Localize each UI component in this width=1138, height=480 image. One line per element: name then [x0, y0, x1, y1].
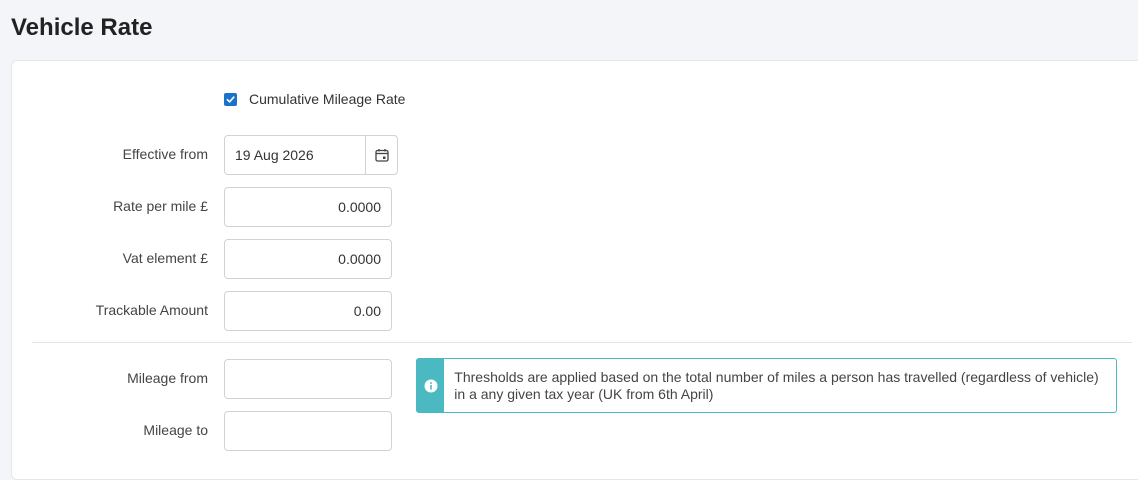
- effective-from-group: [224, 135, 398, 175]
- threshold-info-alert: Thresholds are applied based on the tota…: [416, 358, 1117, 413]
- vat-element-label: Vat element £: [122, 250, 208, 266]
- rate-per-mile-label: Rate per mile £: [113, 198, 208, 214]
- vat-element-input[interactable]: [224, 239, 392, 279]
- effective-from-label: Effective from: [122, 146, 208, 162]
- cumulative-mileage-checkbox[interactable]: [224, 92, 237, 106]
- cumulative-mileage-label: Cumulative Mileage Rate: [249, 91, 406, 107]
- mileage-from-label: Mileage from: [127, 370, 208, 386]
- mileage-to-label: Mileage to: [143, 422, 208, 438]
- rate-per-mile-input[interactable]: [224, 187, 392, 227]
- page-title: Vehicle Rate: [11, 14, 153, 41]
- trackable-amount-input[interactable]: [224, 291, 392, 331]
- check-icon: [226, 95, 235, 103]
- calendar-button[interactable]: [365, 136, 397, 174]
- info-icon-bar: [417, 359, 445, 412]
- cumulative-mileage-toggle[interactable]: Cumulative Mileage Rate: [224, 91, 405, 107]
- calendar-icon: [374, 149, 389, 162]
- info-circle-icon: [424, 379, 438, 392]
- threshold-info-text: Thresholds are applied based on the tota…: [454, 369, 1099, 402]
- mileage-to-input[interactable]: [224, 411, 392, 451]
- effective-from-input[interactable]: [225, 136, 365, 174]
- vehicle-rate-form: Cumulative Mileage Rate Effective from R…: [11, 60, 1138, 480]
- trackable-amount-label: Trackable Amount: [95, 302, 208, 318]
- section-divider: [32, 342, 1132, 343]
- mileage-from-input[interactable]: [224, 359, 392, 399]
